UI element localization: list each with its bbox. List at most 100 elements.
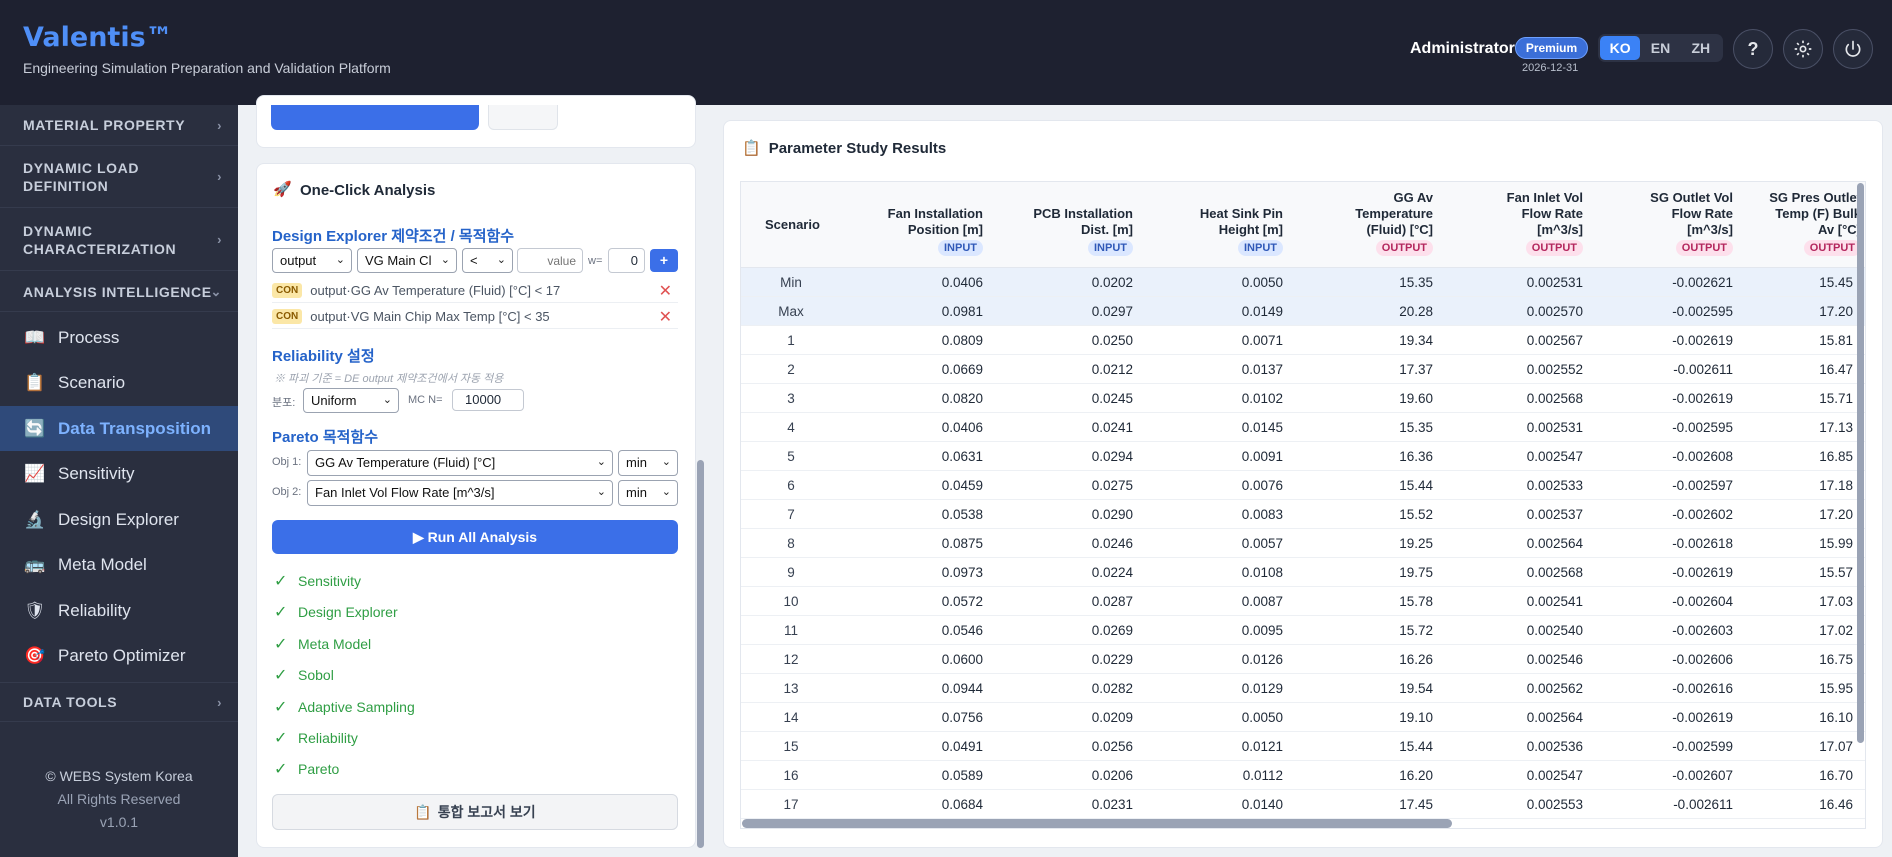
section-label: DATA TOOLS: [23, 694, 118, 710]
table-cell: 17.45: [1399, 797, 1433, 812]
obj1-direction-select[interactable]: min ⌄: [618, 450, 678, 476]
lang-en-button[interactable]: EN: [1640, 36, 1680, 60]
sidebar: MATERIAL PROPERTY › DYNAMIC LOAD DEFINIT…: [0, 105, 238, 857]
table-cell: -0.002608: [1672, 449, 1733, 464]
sidebar-item-scenario[interactable]: 📋 Scenario: [0, 360, 238, 405]
column-header[interactable]: SG Outlet Vol Flow Rate [m^3/s] OUTPUT: [1591, 182, 1741, 268]
input-tag: INPUT: [938, 240, 983, 256]
sidebar-item-data-transposition[interactable]: 🔄 Data Transposition: [0, 406, 238, 451]
column-header[interactable]: Heat Sink Pin Height [m] INPUT: [1141, 182, 1291, 268]
table-cell: 0.0076: [1241, 478, 1283, 493]
table-cell: 0.0246: [1091, 536, 1133, 551]
section-label: DYNAMIC CHARACTERIZATION: [23, 222, 177, 257]
column-label: SG Pres Outlet Temp (F) Bulk Av [°C]: [1769, 190, 1861, 237]
table-cell: 0.0087: [1241, 594, 1283, 609]
check-icon: ✓: [274, 636, 288, 653]
table-cell: 0.0112: [1242, 768, 1283, 783]
table-row: 4 0.0406 0.0241 0.0145 15.35 0.002531 -0.00259…: [741, 413, 1865, 442]
section-label: ANALYSIS INTELLIGENCE: [23, 283, 212, 300]
lang-zh-button[interactable]: ZH: [1681, 36, 1721, 60]
de-value-input[interactable]: [517, 248, 583, 273]
sidebar-section-dynamic-load[interactable]: DYNAMIC LOAD DEFINITION ›: [0, 147, 238, 208]
table-cell: 17.37: [1399, 362, 1433, 377]
scenario-cell: 4: [787, 420, 795, 435]
integrated-report-button[interactable]: 📋 통합 보고서 보기: [272, 794, 678, 830]
run-all-analysis-button[interactable]: ▶ Run All Analysis: [272, 520, 678, 554]
table-horizontal-scrollbar[interactable]: [742, 819, 1452, 828]
check-label: Meta Model: [298, 636, 372, 652]
sidebar-item-pareto-optimizer[interactable]: 🎯 Pareto Optimizer: [0, 633, 238, 678]
scenario-cell: 14: [783, 710, 799, 725]
panel-scrollbar[interactable]: [697, 460, 704, 848]
app-header: Valentis™ Engineering Simulation Prepara…: [0, 0, 1892, 105]
lang-ko-button[interactable]: KO: [1600, 36, 1641, 60]
sidebar-section-data-tools[interactable]: DATA TOOLS ›: [0, 682, 238, 722]
remove-constraint-icon[interactable]: ✕: [659, 307, 672, 327]
chart-icon: 📈: [24, 463, 46, 483]
table-cell: -0.002599: [1672, 739, 1733, 754]
sidebar-item-design-explorer[interactable]: 🔬 Design Explorer: [0, 497, 238, 542]
de-type-select[interactable]: output ⌄: [272, 248, 352, 273]
table-cell: 0.002553: [1526, 797, 1583, 812]
table-cell: 0.0538: [941, 507, 983, 522]
column-header[interactable]: Fan Inlet Vol Flow Rate [m^3/s] OUTPUT: [1441, 182, 1591, 268]
table-cell: 0.002547: [1526, 768, 1583, 783]
de-variable-select[interactable]: VG Main Cl ⌄: [357, 248, 457, 273]
add-constraint-button[interactable]: +: [650, 249, 678, 272]
settings-button[interactable]: [1783, 29, 1823, 69]
version-text: v1.0.1: [99, 814, 139, 830]
secondary-action-button[interactable]: [488, 105, 558, 130]
sidebar-item-meta-model[interactable]: 🚌 Meta Model: [0, 542, 238, 587]
sidebar-item-reliability[interactable]: 🛡 Reliability: [0, 588, 238, 633]
obj1-select[interactable]: GG Av Temperature (Fluid) [°C] ⌄: [307, 450, 613, 476]
table-cell: 0.0137: [1241, 362, 1283, 377]
primary-action-button[interactable]: [271, 105, 479, 130]
select-value: min: [626, 485, 647, 500]
scenario-cell: 7: [787, 507, 795, 522]
sidebar-item-process[interactable]: 📖 Process: [0, 315, 238, 360]
stat-row: Max 0.0981 0.0297 0.0149 20.28 0.002570 -0.002…: [741, 297, 1865, 326]
column-header[interactable]: PCB Installation Dist. [m] INPUT: [991, 182, 1141, 268]
help-button[interactable]: ?: [1733, 29, 1773, 69]
table-cell: -0.002618: [1672, 536, 1733, 551]
table-cell: 0.002531: [1526, 275, 1583, 290]
sidebar-section-dynamic-char[interactable]: DYNAMIC CHARACTERIZATION ›: [0, 209, 238, 271]
table-cell: 0.0669: [941, 362, 983, 377]
con-badge: CON: [272, 283, 303, 298]
weight-label: w=: [588, 255, 603, 267]
table-cell: 15.99: [1819, 536, 1853, 551]
table-cell: 17.02: [1819, 623, 1853, 638]
check-item: ✓ Meta Model: [274, 634, 371, 654]
column-header[interactable]: GG Av Temperature (Fluid) [°C] OUTPUT: [1291, 182, 1441, 268]
sidebar-item-label: Process: [58, 327, 120, 347]
logout-button[interactable]: [1833, 29, 1873, 69]
mc-samples-input[interactable]: 10000: [452, 389, 524, 411]
table-cell: 15.78: [1399, 594, 1433, 609]
table-cell: 20.28: [1399, 304, 1433, 319]
column-header[interactable]: SG Pres Outlet Temp (F) Bulk Av [°C] OUT…: [1741, 182, 1865, 268]
sidebar-section-analysis[interactable]: ANALYSIS INTELLIGENCE ⌄: [0, 272, 238, 312]
column-header-scenario[interactable]: Scenario: [741, 182, 841, 268]
remove-constraint-icon[interactable]: ✕: [659, 281, 672, 301]
obj2-select[interactable]: Fan Inlet Vol Flow Rate [m^3/s] ⌄: [307, 480, 613, 506]
sidebar-item-sensitivity[interactable]: 📈 Sensitivity: [0, 451, 238, 496]
obj2-direction-select[interactable]: min ⌄: [618, 480, 678, 506]
table-cell: 17.18: [1819, 478, 1853, 493]
table-row: 5 0.0631 0.0294 0.0091 16.36 0.002547 -0.00260…: [741, 442, 1865, 471]
gear-icon: [1794, 40, 1812, 58]
input-tag: INPUT: [1088, 240, 1133, 256]
distribution-select[interactable]: Uniform ⌄: [303, 388, 399, 413]
mc-label: MC N=: [408, 394, 443, 406]
check-label: Sobol: [298, 667, 334, 683]
de-operator-select[interactable]: < ⌄: [462, 248, 513, 273]
table-cell: 0.0406: [941, 275, 983, 290]
stat-row: Min 0.0406 0.0202 0.0050 15.35 0.002531 -0.002…: [741, 268, 1865, 297]
sidebar-section-material[interactable]: MATERIAL PROPERTY ›: [0, 105, 238, 146]
column-header[interactable]: Fan Installation Position [m] INPUT: [841, 182, 991, 268]
weight-input[interactable]: 0: [608, 248, 645, 273]
table-cell: 0.002568: [1526, 565, 1583, 580]
table-vertical-scrollbar[interactable]: [1857, 183, 1864, 743]
table-row: 12 0.0600 0.0229 0.0126 16.26 0.002546 -0.0026…: [741, 645, 1865, 674]
table-cell: 0.002540: [1526, 623, 1583, 638]
constraint-text: output·VG Main Chip Max Temp [°C] < 35: [310, 309, 550, 324]
